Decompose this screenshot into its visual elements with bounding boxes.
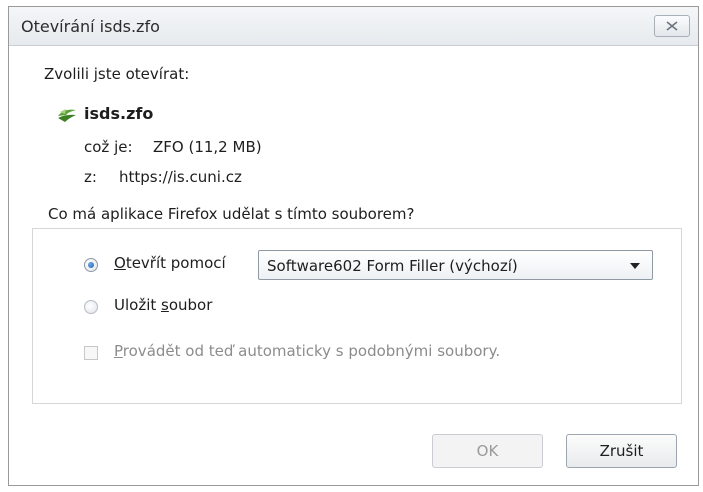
close-button[interactable]: [654, 15, 690, 37]
open-with-label-text: tevřít pomocí: [125, 254, 226, 272]
save-file-label-after: oubor: [168, 296, 213, 314]
file-source-label: z:: [84, 168, 97, 186]
save-file-label[interactable]: Uložit soubor: [114, 296, 212, 314]
file-source-value: https://is.cuni.cz: [119, 168, 242, 186]
file-type-label: což je:: [84, 138, 133, 156]
open-with-label[interactable]: Otevřít pomocí: [114, 254, 226, 272]
open-with-label-accesskey: O: [114, 254, 126, 272]
auto-action-label-accesskey: P: [114, 342, 123, 360]
chevron-down-icon: [630, 263, 640, 269]
file-name: isds.zfo: [84, 104, 154, 123]
window-title: Otevírání isds.zfo: [21, 17, 160, 36]
action-question: Co má aplikace Firefox udělat s tímto so…: [44, 205, 419, 223]
title-bar: Otevírání isds.zfo: [9, 7, 698, 46]
file-type-value: ZFO (11,2 MB): [153, 138, 262, 156]
auto-action-label: Provádět od teď automaticky s podobnými …: [114, 342, 500, 360]
cancel-button[interactable]: Zrušit: [566, 434, 677, 468]
application-select[interactable]: Software602 Form Filler (výchozí): [258, 250, 653, 280]
open-with-radio[interactable]: [84, 258, 98, 272]
ok-button[interactable]: OK: [432, 434, 543, 468]
close-icon: [666, 21, 678, 31]
save-file-label-accesskey: s: [161, 296, 169, 314]
file-type-icon: [56, 106, 78, 124]
auto-action-label-text: rovádět od teď automaticky s podobnými s…: [122, 342, 501, 360]
intro-text: Zvolili jste otevírat:: [44, 65, 190, 83]
save-file-label-before: Uložit: [114, 296, 162, 314]
application-select-value: Software602 Form Filler (výchozí): [267, 257, 518, 275]
save-file-radio[interactable]: [84, 300, 98, 314]
auto-action-checkbox[interactable]: [84, 346, 98, 360]
